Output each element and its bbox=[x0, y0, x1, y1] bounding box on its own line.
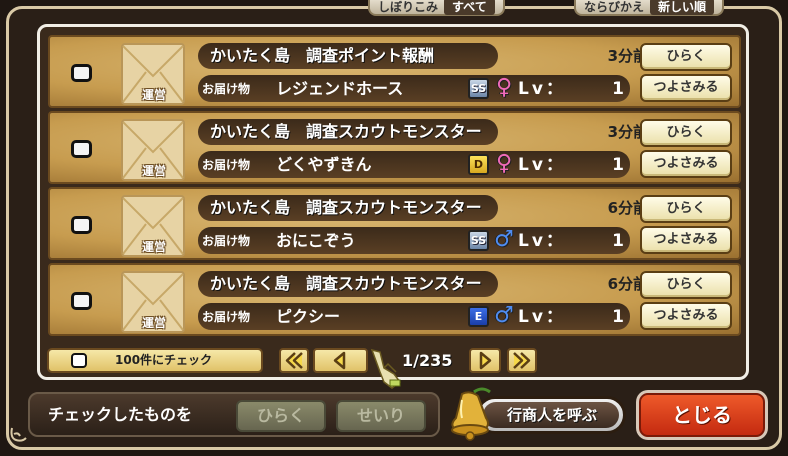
mail-title: かいたく島 調査スカウトモンスター bbox=[210, 274, 482, 293]
sender-label: 運営 bbox=[141, 316, 166, 330]
mail-checkbox[interactable] bbox=[71, 140, 92, 158]
level-value: 1 bbox=[612, 307, 624, 327]
view-stats-button[interactable]: つよさみる bbox=[640, 150, 732, 178]
mail-time: 3分前 bbox=[607, 47, 648, 65]
filter-value: すべて bbox=[444, 0, 495, 15]
level-value: 1 bbox=[612, 231, 624, 251]
view-stats-button[interactable]: つよさみる bbox=[640, 74, 732, 102]
close-button[interactable]: とじる bbox=[636, 390, 768, 440]
check-100-checkbox[interactable] bbox=[71, 353, 87, 368]
last-page-button[interactable] bbox=[507, 348, 537, 373]
sender-label: 運営 bbox=[141, 240, 166, 254]
right-arrow-icon bbox=[479, 351, 492, 370]
item-name: ピクシー bbox=[276, 307, 341, 326]
male-icon: ♂ bbox=[494, 303, 514, 328]
female-icon: ♀ bbox=[495, 151, 513, 176]
rank-badge: SS bbox=[468, 230, 489, 251]
mail-title: かいたく島 調査ポイント報酬 bbox=[210, 46, 435, 65]
merchant-button-label: 行商人を呼ぶ bbox=[483, 402, 619, 428]
corner-ornament-icon bbox=[8, 424, 30, 446]
item-label: お届け物 bbox=[202, 234, 251, 248]
mail-checkbox[interactable] bbox=[71, 292, 92, 310]
sender-label: 運営 bbox=[141, 88, 166, 102]
bulk-action-bar: チェックしたものを ひらく せいり bbox=[28, 392, 440, 437]
mail-row: 運営 かいたく島 調査ポイント報酬 3分前 お届け物 レジェンドホース SS ♀… bbox=[48, 35, 741, 108]
mail-row: 運営 かいたく島 調査スカウトモンスター 6分前 お届け物 ピクシー E ♂ L… bbox=[48, 263, 741, 336]
sort-label: ならびかえ bbox=[584, 0, 645, 14]
next-page-button[interactable] bbox=[469, 348, 501, 373]
male-icon: ♂ bbox=[494, 227, 514, 252]
level-value: 1 bbox=[612, 79, 624, 99]
mail-time: 6分前 bbox=[607, 199, 648, 217]
double-left-arrow-icon bbox=[285, 352, 303, 369]
female-icon: ♀ bbox=[495, 75, 513, 100]
view-stats-button[interactable]: つよさみる bbox=[640, 302, 732, 330]
mail-row: 運営 かいたく島 調査スカウトモンスター 6分前 お届け物 おにこぞう SS ♂… bbox=[48, 187, 741, 260]
sort-value: 新しい順 bbox=[650, 0, 715, 15]
check-100-label: 100件にチェック bbox=[115, 353, 213, 367]
prev-page-button[interactable] bbox=[313, 348, 368, 373]
left-arrow-icon bbox=[333, 351, 346, 370]
checked-items-label: チェックしたものを bbox=[48, 405, 193, 424]
rank-badge: E bbox=[468, 306, 489, 327]
item-label: お届け物 bbox=[202, 310, 251, 324]
mail-time: 6分前 bbox=[607, 275, 648, 293]
sort-dropdown[interactable]: ならびかえ 新しい順 bbox=[574, 0, 725, 16]
mail-time: 3分前 bbox=[607, 123, 648, 141]
view-stats-button[interactable]: つよさみる bbox=[640, 226, 732, 254]
sender-label: 運営 bbox=[141, 164, 166, 178]
open-button[interactable]: ひらく bbox=[640, 195, 732, 223]
bell-icon bbox=[440, 384, 500, 444]
mail-checkbox[interactable] bbox=[71, 64, 92, 82]
level-label: Lv： bbox=[518, 231, 566, 251]
bulk-open-button[interactable]: ひらく bbox=[236, 400, 326, 432]
check-100-button[interactable]: 100件にチェック bbox=[47, 348, 263, 373]
rank-badge: SS bbox=[468, 78, 489, 99]
pointing-hand-icon bbox=[366, 346, 410, 390]
rank-badge: D bbox=[468, 154, 489, 175]
filter-label: しぼりこみ bbox=[378, 0, 439, 14]
item-name: どくやずきん bbox=[276, 155, 372, 174]
close-button-label: とじる bbox=[639, 393, 765, 437]
bulk-organize-button[interactable]: せいり bbox=[336, 400, 426, 432]
double-right-arrow-icon bbox=[513, 352, 531, 369]
mail-row: 運営 かいたく島 調査スカウトモンスター 3分前 お届け物 どくやずきん D ♀… bbox=[48, 111, 741, 184]
level-label: Lv： bbox=[518, 79, 566, 99]
level-value: 1 bbox=[612, 155, 624, 175]
mail-checkbox[interactable] bbox=[71, 216, 92, 234]
item-label: お届け物 bbox=[202, 82, 251, 96]
level-label: Lv： bbox=[518, 307, 566, 327]
level-label: Lv： bbox=[518, 155, 566, 175]
mail-title: かいたく島 調査スカウトモンスター bbox=[210, 198, 482, 217]
first-page-button[interactable] bbox=[279, 348, 309, 373]
mail-title: かいたく島 調査スカウトモンスター bbox=[210, 122, 482, 141]
open-button[interactable]: ひらく bbox=[640, 119, 732, 147]
item-name: おにこぞう bbox=[276, 231, 356, 250]
item-label: お届け物 bbox=[202, 158, 251, 172]
filter-dropdown[interactable]: しぼりこみ すべて bbox=[368, 0, 505, 16]
mail-list: 運営 かいたく島 調査ポイント報酬 3分前 お届け物 レジェンドホース SS ♀… bbox=[37, 24, 749, 380]
item-name: レジェンドホース bbox=[276, 79, 404, 98]
open-button[interactable]: ひらく bbox=[640, 43, 732, 71]
open-button[interactable]: ひらく bbox=[640, 271, 732, 299]
